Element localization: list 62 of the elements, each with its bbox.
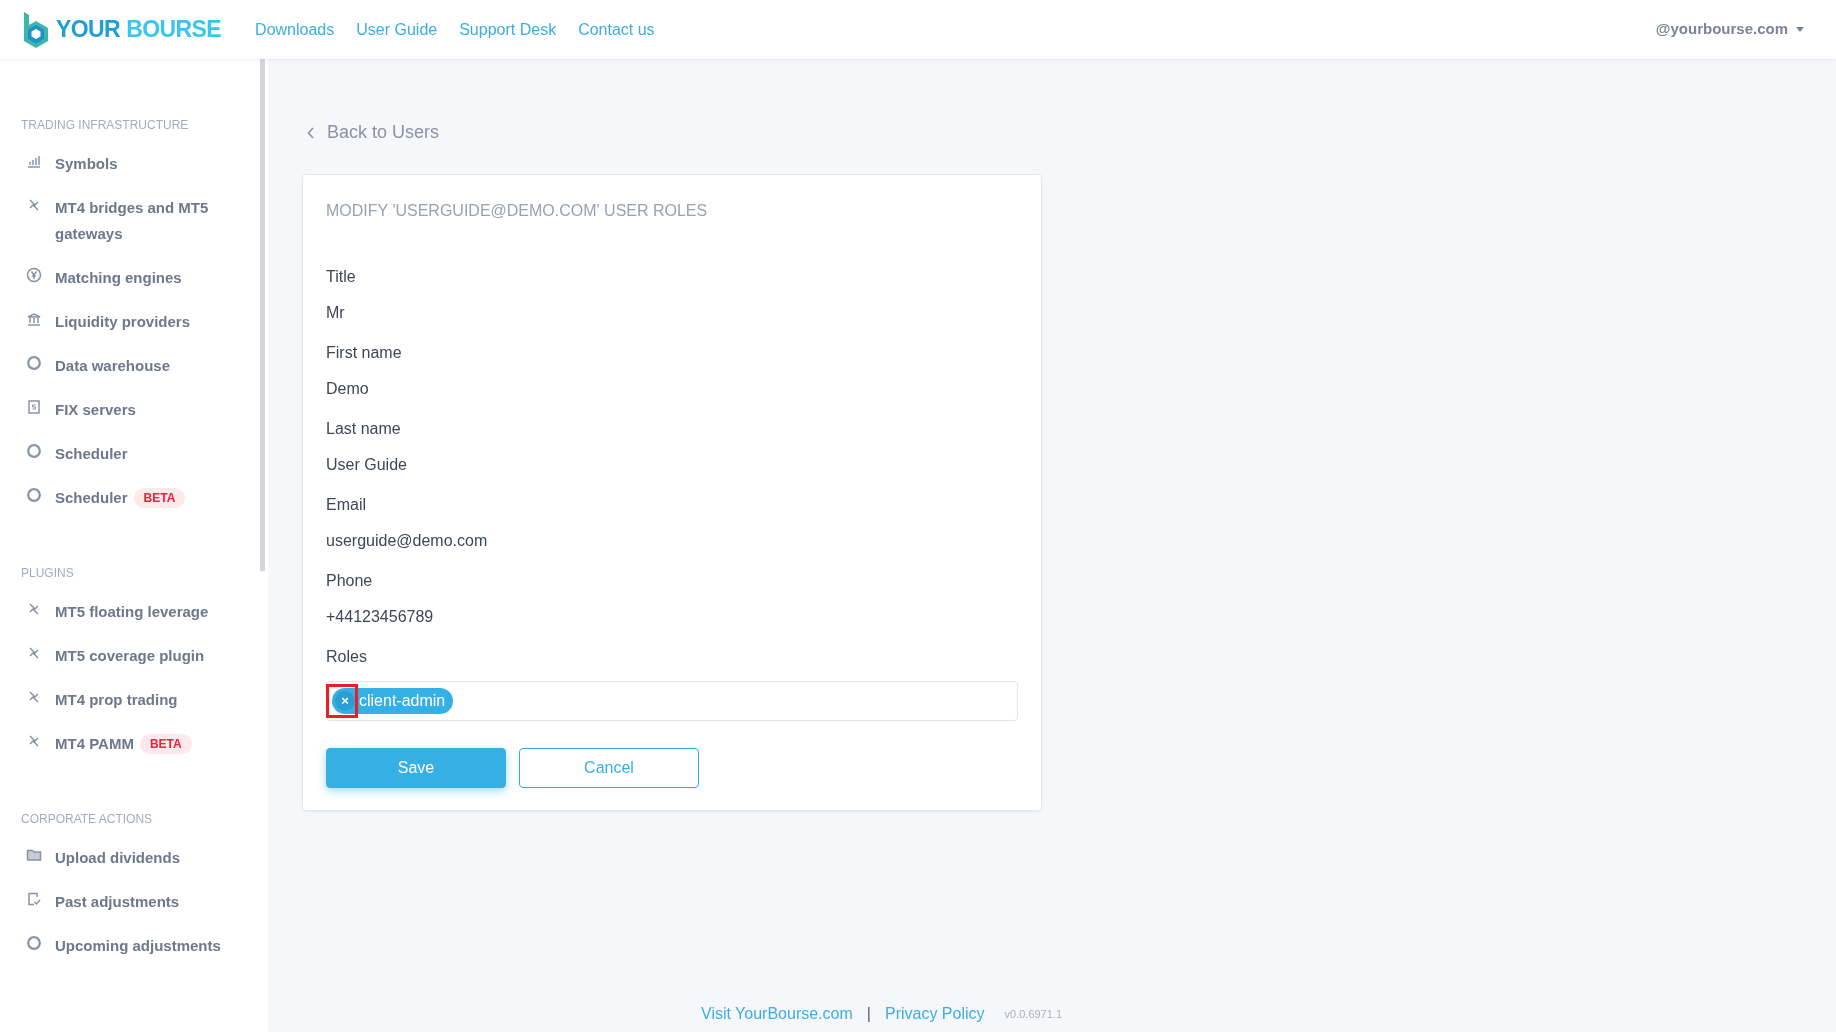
sidebar-item[interactable]: MT4 bridges and MT5 gateways (55, 195, 252, 247)
folder-icon (26, 847, 42, 863)
nav-link[interactable]: Downloads (255, 17, 335, 42)
sidebar-item[interactable]: Scheduler (55, 485, 128, 511)
cancel-button[interactable]: Cancel (519, 748, 699, 788)
sidebar-item[interactable]: Data warehouse (55, 353, 171, 379)
section-heading: TRADING INFRASTRUCTURE (21, 117, 190, 134)
sidebar-item[interactable]: Scheduler (55, 441, 128, 467)
field-label: Email (326, 495, 367, 515)
roles-input-field[interactable]: × client-admin (326, 681, 1018, 721)
section-heading: CORPORATE ACTIONS (21, 811, 154, 828)
sidebar-item[interactable]: Upcoming adjustments (55, 933, 221, 959)
card-title: MODIFY 'USERGUIDE@DEMO.COM' USER ROLES (326, 201, 709, 221)
chevron-left-icon (307, 126, 315, 139)
account-menu[interactable]: @yourbourse.com (1655, 18, 1788, 41)
document-check-icon (26, 891, 42, 907)
document-icon (26, 399, 42, 415)
field-value: userguide@demo.com (326, 531, 489, 551)
bank-icon (26, 311, 42, 327)
section-heading: PLUGINS (21, 565, 75, 582)
field-label: Title (326, 267, 357, 287)
sidebar-item[interactable]: Past adjustments (55, 889, 180, 915)
sidebar-item[interactable]: MT5 floating leverage (55, 599, 209, 625)
yen-coin-icon (26, 267, 42, 283)
field-label: Roles (326, 647, 368, 667)
field-label: Phone (326, 571, 374, 591)
sidebar-item[interactable]: Matching engines (55, 265, 182, 291)
sidebar-item[interactable]: Upload dividends (55, 845, 180, 871)
nav-link[interactable]: User Guide (356, 17, 438, 42)
sidebar-item[interactable]: FIX servers (55, 397, 136, 423)
field-label: First name (326, 343, 403, 363)
remove-tag-button[interactable]: × (335, 691, 355, 711)
save-button[interactable]: Save (326, 748, 506, 788)
logo-icon (22, 11, 50, 48)
logo-text: BOURSE (126, 15, 222, 45)
field-value: User Guide (326, 455, 408, 475)
bar-chart-icon (26, 153, 42, 169)
sidebar-item[interactable]: Liquidity providers (55, 309, 190, 335)
nav-link[interactable]: Support Desk (459, 17, 557, 42)
sidebar-item[interactable]: MT4 PAMM (55, 731, 134, 757)
footer-link[interactable]: Visit YourBourse.com (701, 1002, 853, 1026)
circle-icon (26, 355, 42, 371)
logo-text: YOUR (56, 15, 121, 45)
sidebar-item[interactable]: MT4 prop trading (55, 687, 178, 713)
sidebar-item[interactable]: MT5 coverage plugin (55, 643, 205, 669)
beta-badge: BETA (133, 488, 186, 508)
separator: | (866, 1004, 871, 1024)
circle-icon (26, 443, 42, 459)
scrollbar-thumb[interactable] (260, 59, 265, 571)
nav-link[interactable]: Contact us (578, 17, 655, 42)
circle-icon (26, 935, 42, 951)
circle-icon (26, 487, 42, 503)
field-value: +44123456789 (326, 607, 435, 627)
back-link[interactable]: Back to Users (327, 119, 440, 146)
footer-link[interactable]: Privacy Policy (884, 1002, 985, 1026)
field-value: Mr (326, 303, 346, 323)
caret-icon (1796, 27, 1804, 32)
field-value: Demo (326, 379, 370, 399)
beta-badge: BETA (139, 734, 192, 754)
sidebar-item[interactable]: Symbols (55, 151, 118, 177)
field-label: Last name (326, 419, 402, 439)
version-text: v0.0.6971.1 (1004, 1006, 1063, 1022)
